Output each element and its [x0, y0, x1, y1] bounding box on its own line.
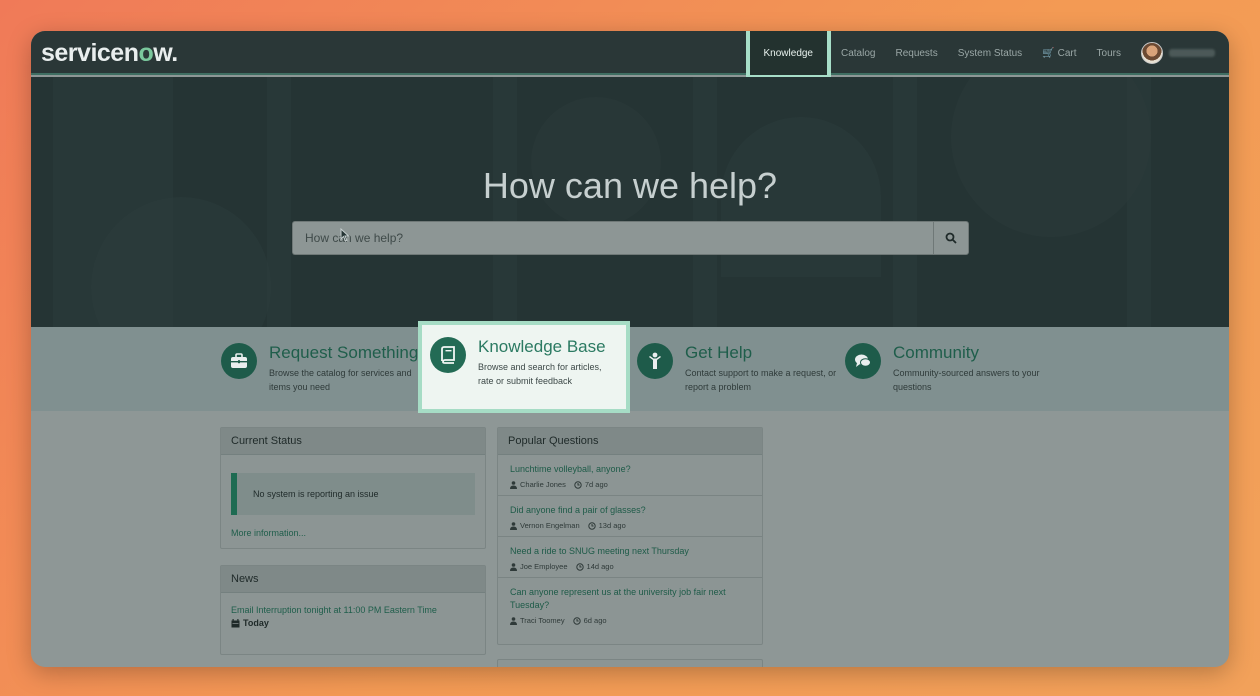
cart-icon: 🛒 [1042, 47, 1055, 59]
more-information-link[interactable]: More information... [231, 528, 306, 538]
category-band: Request Something Browse the catalog for… [31, 321, 1229, 413]
user-avatar[interactable] [1141, 42, 1163, 64]
user-icon [510, 521, 517, 530]
category-title: Community [893, 343, 979, 362]
current-status-panel: Current Status No system is reporting an… [220, 427, 486, 549]
nav-knowledge[interactable]: Knowledge [745, 31, 831, 79]
question-title[interactable]: Need a ride to SNUG meeting next Thursda… [510, 545, 752, 558]
news-item[interactable]: Email Interruption tonight at 11:00 PM E… [221, 593, 485, 640]
search-icon [945, 232, 957, 244]
popular-questions-panel: Popular Questions Lunchtime volleyball, … [497, 427, 763, 645]
question-age: 7d ago [584, 480, 608, 489]
category-get-help[interactable]: Get Help Contact support to make a reque… [637, 343, 837, 394]
category-request-something[interactable]: Request Something Browse the catalog for… [221, 343, 421, 394]
book-icon [430, 337, 466, 373]
category-desc: Community-sourced answers to your questi… [893, 368, 1040, 392]
question-item[interactable]: Lunchtime volleyball, anyone? Charlie Jo… [498, 455, 762, 496]
chat-icon [845, 343, 881, 379]
question-meta: Vernon Engelman 13d ago [510, 521, 752, 530]
servicenow-logo[interactable]: servicenow. [41, 39, 178, 68]
question-item[interactable]: Did anyone find a pair of glasses? Verno… [498, 496, 762, 537]
question-item[interactable]: Can anyone represent us at the universit… [498, 578, 762, 631]
question-meta: Charlie Jones 7d ago [510, 480, 752, 489]
clock-icon [572, 616, 581, 625]
question-meta: Joe Employee 14d ago [510, 562, 752, 571]
nav-cart[interactable]: 🛒 Cart [1032, 31, 1086, 75]
nav-requests[interactable]: Requests [885, 31, 947, 75]
question-title[interactable]: Can anyone represent us at the universit… [510, 586, 752, 612]
category-title: Request Something [269, 343, 419, 362]
nav-system-status[interactable]: System Status [948, 31, 1032, 75]
question-author: Joe Employee [520, 562, 568, 571]
hero-heading: How can we help? [482, 165, 778, 206]
search-bar [292, 221, 969, 255]
user-icon [510, 616, 517, 625]
nav-links: Knowledge Catalog Requests System Status… [745, 31, 1215, 79]
question-title[interactable]: Did anyone find a pair of glasses? [510, 504, 752, 517]
panel-title: Current Status [221, 428, 485, 455]
search-button[interactable] [933, 221, 969, 255]
clock-icon [574, 480, 582, 489]
category-knowledge-base[interactable]: Knowledge Base Browse and search for art… [418, 321, 630, 413]
clock-icon [587, 521, 596, 530]
user-icon [510, 562, 517, 571]
user-icon [510, 480, 517, 489]
category-community[interactable]: Community Community-sourced answers to y… [845, 343, 1045, 394]
briefcase-icon [221, 343, 257, 379]
category-title: Knowledge Base [478, 337, 606, 356]
top-navigation: servicenow. Knowledge Catalog Requests S… [31, 31, 1229, 79]
question-age: 6d ago [583, 616, 607, 625]
question-age: 13d ago [598, 521, 626, 530]
category-desc: Browse the catalog for services and item… [269, 368, 412, 392]
browser-window: servicenow. Knowledge Catalog Requests S… [31, 31, 1229, 667]
news-panel: News Email Interruption tonight at 11:00… [220, 565, 486, 655]
nav-catalog[interactable]: Catalog [831, 31, 885, 75]
nav-tours[interactable]: Tours [1087, 31, 1131, 75]
search-input[interactable] [292, 221, 933, 255]
question-author: Traci Toomey [520, 616, 565, 625]
category-desc: Browse and search for articles, rate or … [478, 362, 602, 386]
question-item[interactable]: Need a ride to SNUG meeting next Thursda… [498, 537, 762, 578]
panel-title: News [221, 566, 485, 593]
calendar-icon [231, 618, 240, 627]
news-date: Today [231, 618, 475, 628]
news-title[interactable]: Email Interruption tonight at 11:00 PM E… [231, 605, 475, 615]
news-when: Today [243, 618, 269, 628]
user-name-blurred[interactable] [1169, 49, 1215, 57]
person-icon [637, 343, 673, 379]
nav-cart-label: Cart [1057, 47, 1077, 59]
question-title[interactable]: Lunchtime volleyball, anyone? [510, 463, 752, 476]
category-desc: Contact support to make a request, or re… [685, 368, 837, 392]
question-meta: Traci Toomey 6d ago [510, 616, 752, 625]
question-age: 14d ago [586, 562, 614, 571]
panel-title: Popular Questions [498, 428, 762, 455]
category-title: Get Help [685, 343, 753, 362]
next-panel-partial [497, 659, 763, 667]
clock-icon [575, 562, 584, 571]
question-author: Charlie Jones [520, 480, 566, 489]
mouse-cursor-icon [340, 228, 350, 242]
hero-section: How can we help? [31, 77, 1229, 327]
question-author: Vernon Engelman [520, 521, 580, 530]
status-message: No system is reporting an issue [231, 473, 475, 515]
